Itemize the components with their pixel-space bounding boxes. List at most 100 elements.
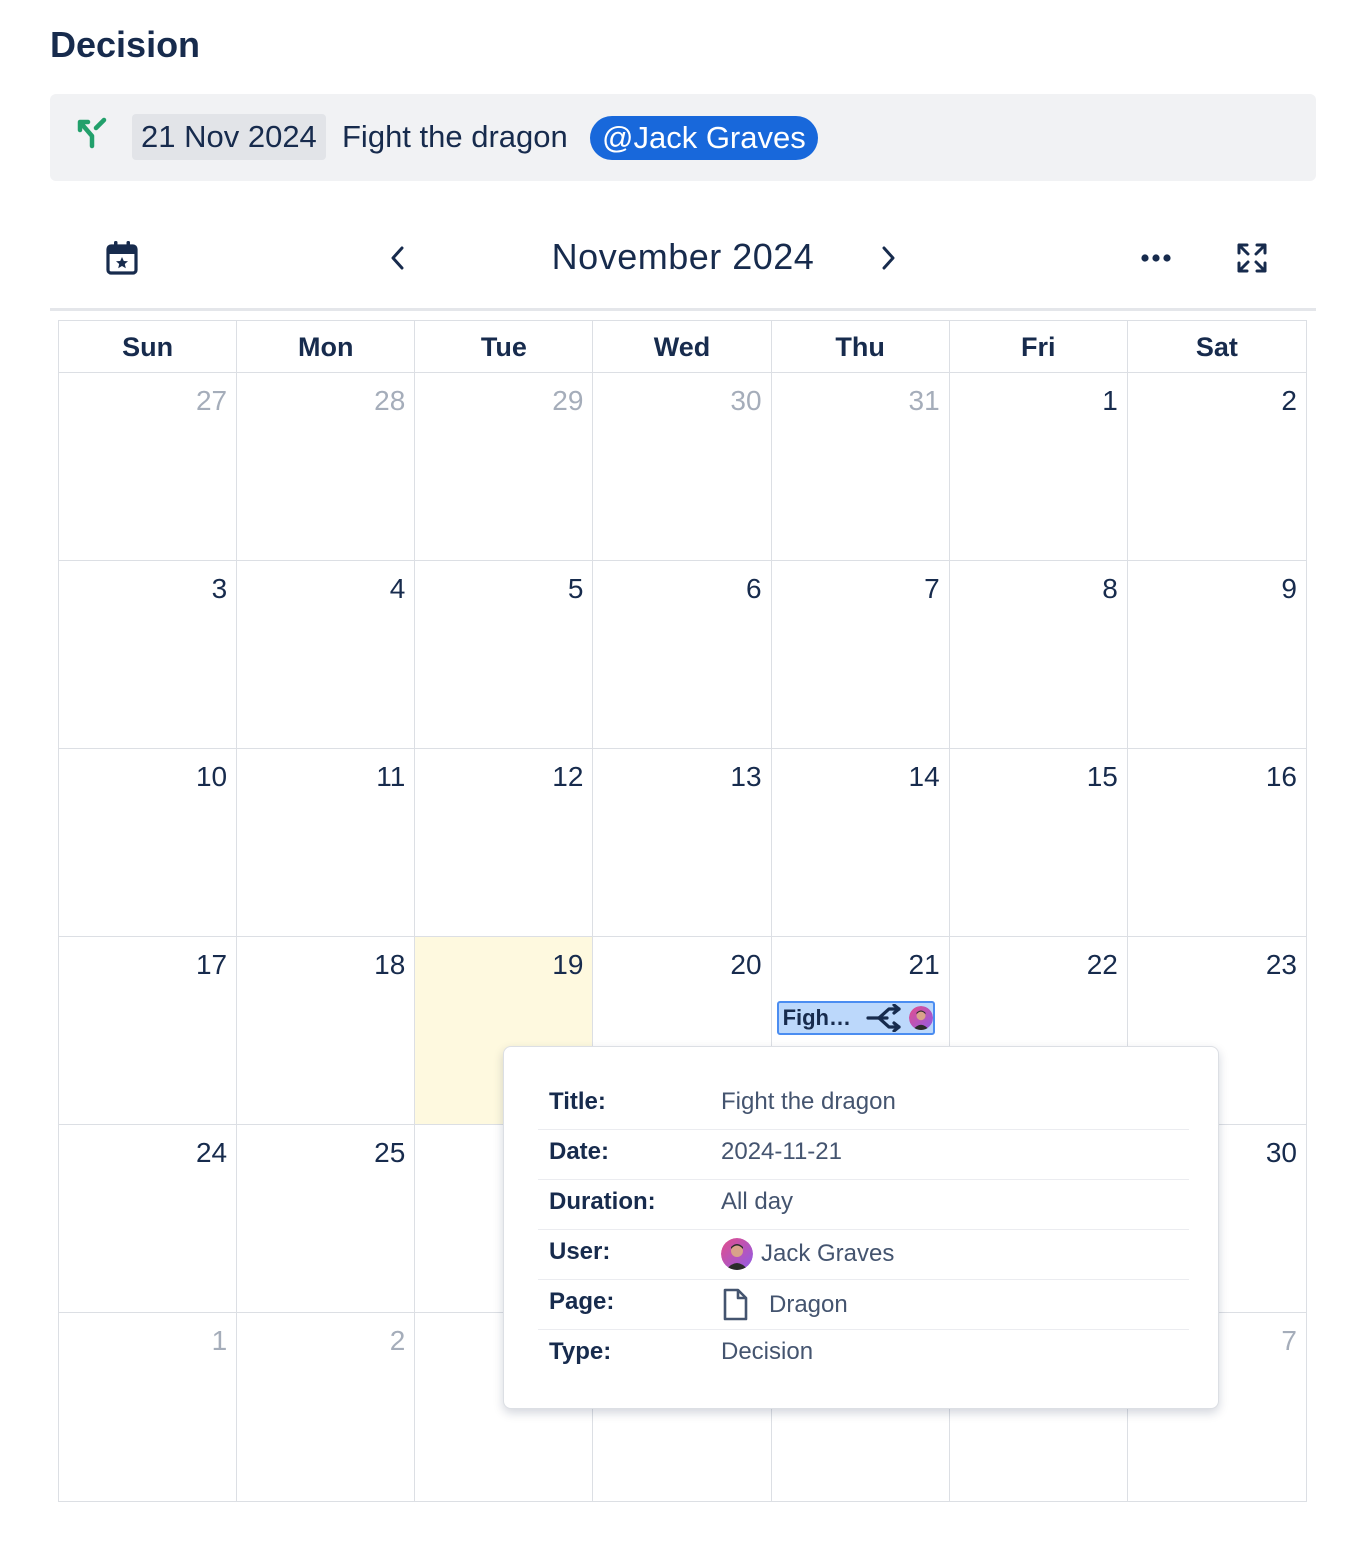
day-cell[interactable]: 8 <box>949 561 1128 749</box>
day-number: 13 <box>730 761 762 792</box>
date-lozenge[interactable]: 21 Nov 2024 <box>132 114 326 160</box>
day-cell[interactable]: 16 <box>1127 749 1306 937</box>
day-number: 2 <box>389 1325 406 1356</box>
detail-row-user: User: Jack Graves <box>538 1229 1189 1280</box>
day-number: 1 <box>1102 385 1118 416</box>
day-cell[interactable]: 1 <box>949 373 1128 561</box>
event-chip-label: Figh… <box>782 1005 851 1030</box>
decision-item[interactable]: 21 Nov 2024 Fight the dragon @Jack Grave… <box>50 94 1316 181</box>
day-cell[interactable]: 27 <box>59 373 238 561</box>
day-cell[interactable]: 2 <box>237 1313 416 1501</box>
day-cell[interactable]: 15 <box>949 749 1128 937</box>
detail-row-duration: Duration: All day <box>538 1179 1189 1230</box>
day-cell[interactable]: 5 <box>415 561 594 749</box>
day-cell[interactable]: 11 <box>237 749 416 937</box>
weekday-header: Mon <box>237 321 416 373</box>
detail-value: All day <box>721 1188 794 1215</box>
day-number: 7 <box>924 573 940 604</box>
more-icon[interactable] <box>1136 238 1176 278</box>
day-number: 15 <box>1086 761 1118 792</box>
day-number: 31 <box>908 385 940 416</box>
day-number: 12 <box>552 761 584 792</box>
day-number: 9 <box>1281 573 1297 604</box>
detail-value: 2024-11-21 <box>721 1138 842 1165</box>
day-number: 11 <box>376 761 406 792</box>
day-number: 27 <box>195 385 228 416</box>
avatar <box>908 1006 933 1030</box>
day-number: 16 <box>1265 761 1297 792</box>
user-name: Jack Graves <box>761 1240 895 1267</box>
toolbar-divider <box>50 308 1316 311</box>
event-details-popover: Title: Fight the dragon Date: 2024-11-21… <box>503 1046 1219 1409</box>
day-number: 30 <box>1265 1137 1297 1168</box>
day-cell[interactable]: 1 <box>59 1313 238 1501</box>
day-cell[interactable]: 28 <box>237 373 416 561</box>
day-cell[interactable]: 4 <box>237 561 416 749</box>
detail-label: Duration: <box>549 1188 656 1215</box>
detail-value: Decision <box>721 1338 814 1365</box>
detail-label: Title: <box>549 1088 606 1115</box>
page-heading: Decision <box>50 24 201 65</box>
day-number: 6 <box>745 573 762 604</box>
day-number: 22 <box>1086 949 1118 980</box>
detail-label: User: <box>549 1238 611 1265</box>
day-cell[interactable]: 2 <box>1127 373 1306 561</box>
detail-value-user[interactable]: Jack Graves <box>721 1238 894 1270</box>
day-number: 28 <box>374 385 406 416</box>
day-number: 25 <box>374 1137 406 1168</box>
day-number: 23 <box>1265 949 1297 980</box>
day-number: 7 <box>1281 1325 1297 1356</box>
day-cell[interactable]: 31 <box>771 373 950 561</box>
detail-value: Fight the dragon <box>721 1088 896 1115</box>
day-number: 30 <box>730 385 762 416</box>
weekday-header: Wed <box>593 321 772 373</box>
day-number: 1 <box>211 1325 228 1356</box>
month-title: November 2024 <box>551 236 815 277</box>
detail-label: Type: <box>549 1338 612 1365</box>
decision-type-icon <box>865 1003 903 1033</box>
day-number: 18 <box>374 949 406 980</box>
day-number: 2 <box>1281 385 1297 416</box>
day-number: 14 <box>908 761 940 792</box>
page-icon <box>721 1288 751 1322</box>
day-cell[interactable]: 18 <box>237 937 416 1125</box>
event-chip[interactable]: Figh… <box>776 1001 935 1035</box>
day-number: 24 <box>195 1137 228 1168</box>
day-number: 8 <box>1102 573 1118 604</box>
day-cell[interactable]: 17 <box>59 937 238 1125</box>
detail-row-date: Date: 2024-11-21 <box>538 1129 1189 1180</box>
page-name: Dragon <box>769 1291 848 1318</box>
day-number: 4 <box>389 573 406 604</box>
weekday-header: Sat <box>1127 321 1306 373</box>
detail-row-title: Title: Fight the dragon <box>538 1079 1189 1130</box>
detail-row-type: Type: Decision <box>538 1329 1189 1379</box>
day-cell[interactable]: 30 <box>593 373 772 561</box>
day-cell[interactable]: 12 <box>415 749 594 937</box>
calendar-toolbar: November 2024 <box>50 222 1316 310</box>
avatar <box>721 1238 753 1270</box>
day-number: 17 <box>195 949 228 980</box>
user-mention[interactable]: @Jack Graves <box>590 116 818 160</box>
fullscreen-icon[interactable] <box>1232 238 1272 278</box>
weekday-header: Sun <box>59 321 238 373</box>
decision-icon <box>72 116 108 152</box>
day-cell[interactable]: 29 <box>415 373 594 561</box>
day-cell[interactable]: 3 <box>59 561 238 749</box>
weekday-header: Tue <box>415 321 594 373</box>
detail-value-page[interactable]: Dragon <box>721 1288 848 1322</box>
chevron-right-icon[interactable] <box>870 238 906 278</box>
day-cell[interactable]: 7 <box>771 561 950 749</box>
weekday-header: Thu <box>771 321 950 373</box>
day-number: 5 <box>567 573 584 604</box>
day-cell[interactable]: 10 <box>59 749 238 937</box>
day-cell[interactable]: 9 <box>1127 561 1306 749</box>
day-cell[interactable]: 13 <box>593 749 772 937</box>
weekday-header: Fri <box>949 321 1128 373</box>
day-cell[interactable]: 24 <box>59 1125 238 1313</box>
day-cell[interactable]: 6 <box>593 561 772 749</box>
decision-text: Fight the dragon <box>342 119 568 154</box>
detail-row-page: Page: Dragon <box>538 1279 1189 1330</box>
day-number: 10 <box>195 761 228 792</box>
day-cell[interactable]: 25 <box>237 1125 416 1313</box>
day-cell[interactable]: 14 <box>771 749 950 937</box>
